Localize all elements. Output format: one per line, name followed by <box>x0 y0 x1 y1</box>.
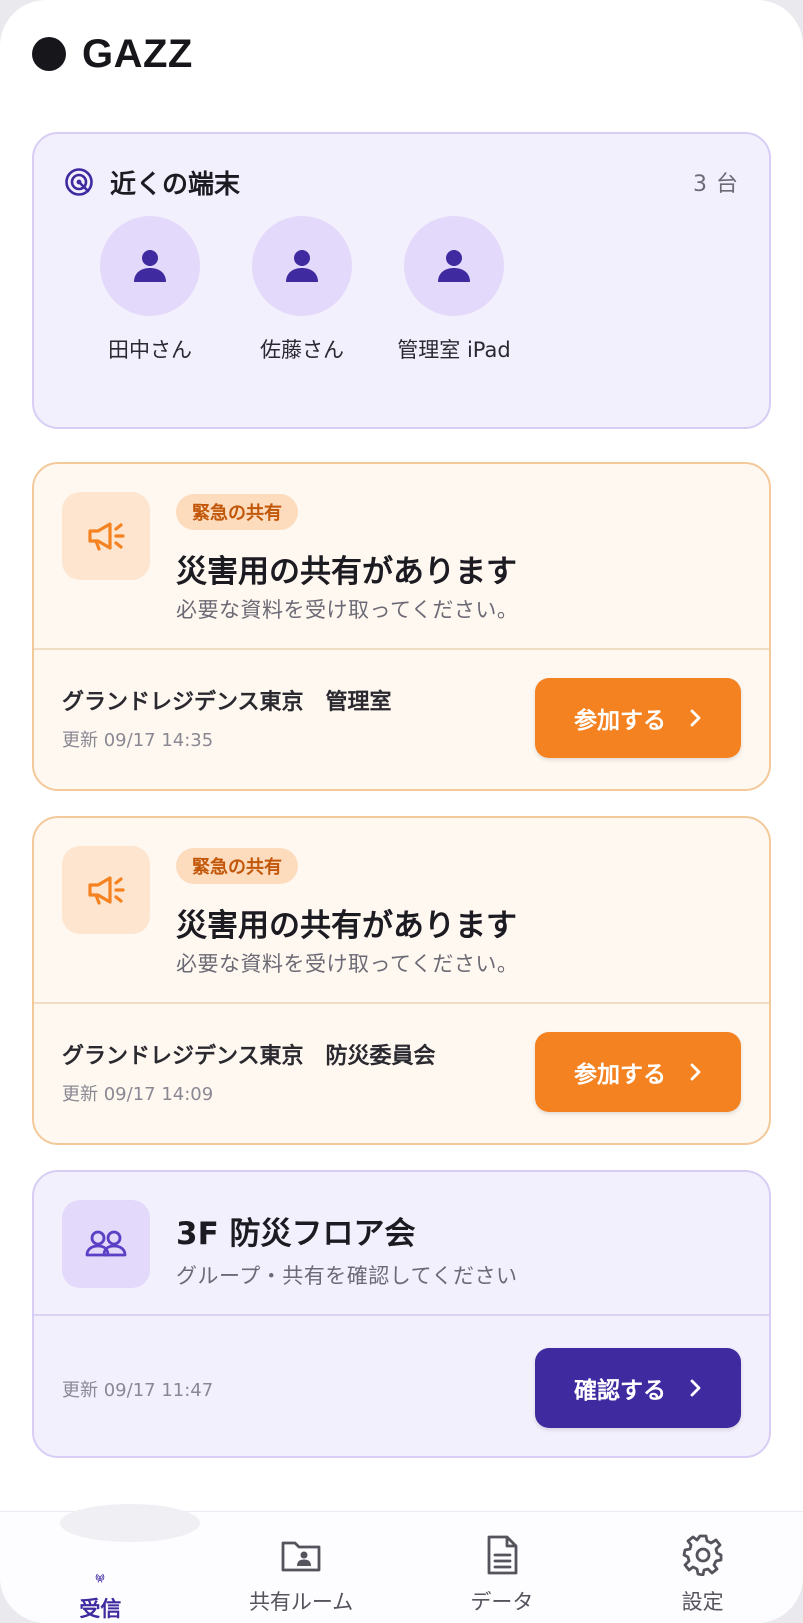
group-title: 3F 防災フロア会 <box>176 1216 416 1252</box>
gear-icon <box>682 1534 723 1576</box>
avatar <box>404 216 504 316</box>
megaphone-icon <box>88 876 125 905</box>
confirm-button-label: 確認する <box>574 1378 666 1404</box>
emergency-badge: 緊急の共有 <box>176 848 298 884</box>
megaphone-icon <box>88 522 125 551</box>
alert-top: 緊急の共有 災害用の共有があります 必要な資料を受け取ってください。 <box>34 818 769 1002</box>
divider <box>34 1314 769 1316</box>
chevron-right-icon <box>690 1063 701 1081</box>
divider <box>34 648 769 650</box>
alert-title: 災害用の共有があります <box>176 908 517 944</box>
chevron-right-icon <box>690 1379 701 1397</box>
emergency-badge: 緊急の共有 <box>176 494 298 530</box>
nearby-title: 近くの端末 <box>110 169 241 200</box>
shared-folder-icon <box>281 1541 321 1572</box>
active-indicator <box>60 1504 201 1542</box>
nearby-header: 近くの端末 3 台 <box>64 164 739 200</box>
join-button[interactable]: 参加する <box>535 1032 741 1112</box>
confirm-button[interactable]: 確認する <box>535 1348 741 1428</box>
app-header: GAZZ <box>32 30 193 78</box>
avatar <box>252 216 352 316</box>
device-item[interactable]: 田中さん <box>74 216 226 364</box>
nav-label: 設定 <box>681 1590 724 1614</box>
person-icon <box>286 250 318 282</box>
group-icon-box <box>62 1200 150 1288</box>
broadcast-icon <box>96 1573 105 1583</box>
document-icon <box>487 1535 518 1575</box>
join-button-label: 参加する <box>574 1062 666 1088</box>
room-name: グランドレジデンス東京 管理室 <box>62 690 392 715</box>
nav-label: データ <box>470 1590 534 1614</box>
app-screen: GAZZ 近くの端末 3 台 田中さん 佐藤さん 管理室 iPad 緊急の共有 … <box>0 0 803 1623</box>
radar-icon <box>65 168 93 196</box>
alert-icon-box <box>62 492 150 580</box>
group-card: 3F 防災フロア会 グループ・共有を確認してください 更新 09/17 11:4… <box>32 1170 771 1458</box>
device-name: 管理室 iPad <box>397 338 511 362</box>
alert-top: 緊急の共有 災害用の共有があります 必要な資料を受け取ってください。 <box>34 464 769 648</box>
device-item[interactable]: 佐藤さん <box>226 216 378 364</box>
join-button[interactable]: 参加する <box>535 678 741 758</box>
alert-subtitle: 必要な資料を受け取ってください。 <box>176 952 519 976</box>
nav-item-settings[interactable]: 設定 <box>602 1512 803 1623</box>
room-name: グランドレジデンス東京 防災委員会 <box>62 1044 436 1069</box>
logo-dot-icon <box>32 37 66 71</box>
device-name: 田中さん <box>108 338 192 362</box>
nav-item-shared-rooms[interactable]: 共有ルーム <box>201 1512 402 1623</box>
updated-time: 更新 09/17 11:47 <box>62 1380 214 1401</box>
alert-subtitle: 必要な資料を受け取ってください。 <box>176 598 519 622</box>
nearby-devices-card: 近くの端末 3 台 田中さん 佐藤さん 管理室 iPad <box>32 132 771 429</box>
nav-label: 受信 <box>79 1597 122 1621</box>
device-name: 佐藤さん <box>260 338 344 362</box>
avatar <box>100 216 200 316</box>
person-icon <box>134 250 166 282</box>
updated-time: 更新 09/17 14:09 <box>62 1084 214 1105</box>
alert-icon-box <box>62 846 150 934</box>
device-item[interactable]: 管理室 iPad <box>378 216 530 364</box>
emergency-share-card: 緊急の共有 災害用の共有があります 必要な資料を受け取ってください。 グランドレ… <box>32 462 771 791</box>
alert-title: 災害用の共有があります <box>176 554 517 590</box>
nav-item-data[interactable]: データ <box>402 1512 603 1623</box>
group-icon <box>85 1230 127 1257</box>
app-title: GAZZ <box>82 31 193 76</box>
group-subtitle: グループ・共有を確認してください <box>176 1264 518 1288</box>
nearby-count: 3 台 <box>693 172 739 197</box>
bottom-nav: 受信 共有ルーム データ 設定 <box>0 1504 803 1623</box>
nav-label: 共有ルーム <box>248 1590 354 1614</box>
nav-item-receive[interactable]: 受信 <box>0 1504 201 1623</box>
device-list: 田中さん 佐藤さん 管理室 iPad <box>74 216 530 364</box>
divider <box>34 1002 769 1004</box>
person-icon <box>438 250 470 282</box>
updated-time: 更新 09/17 14:35 <box>62 730 214 751</box>
join-button-label: 参加する <box>574 708 666 734</box>
emergency-share-card: 緊急の共有 災害用の共有があります 必要な資料を受け取ってください。 グランドレ… <box>32 816 771 1145</box>
chevron-right-icon <box>690 709 701 727</box>
